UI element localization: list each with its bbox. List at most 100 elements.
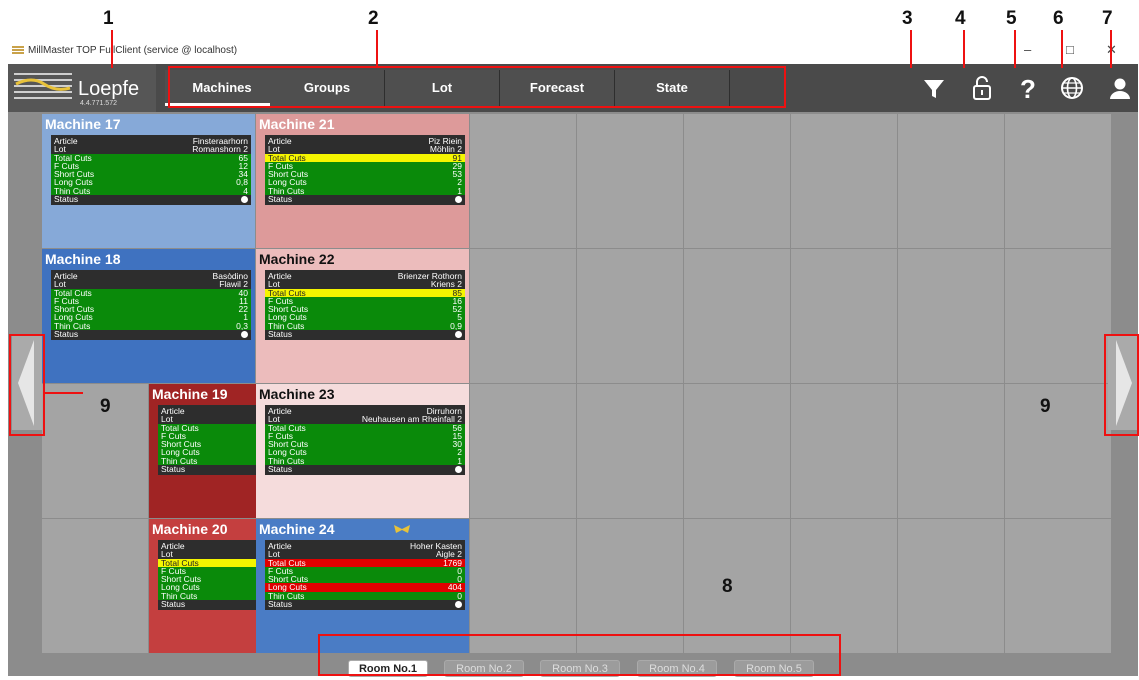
- param-value: 4: [243, 185, 248, 196]
- callout-6: 6: [1053, 8, 1064, 29]
- machine-name: Machine 20: [152, 521, 228, 537]
- minimize-button[interactable]: –: [1024, 42, 1031, 57]
- user-icon[interactable]: [1106, 74, 1134, 102]
- empty-slot[interactable]: [898, 519, 1004, 653]
- param-value: 1: [457, 455, 462, 466]
- machine-card[interactable]: Machine 22 Article Brienzer Rothorn Lot Krie…: [256, 249, 469, 383]
- empty-slot[interactable]: [1005, 384, 1111, 518]
- callout-line-6: [1061, 30, 1063, 68]
- empty-slot[interactable]: [684, 384, 790, 518]
- callout-box-8: [318, 634, 841, 676]
- filter-icon[interactable]: [920, 74, 948, 102]
- param-label: Status: [268, 464, 293, 475]
- empty-slot[interactable]: [791, 114, 897, 248]
- empty-slot[interactable]: [898, 114, 1004, 248]
- param-row: Total Cuts 56: [265, 423, 465, 432]
- machine-param-table: Article Piz Riein Lot Möhlin 2 Total Cuts 91 F…: [265, 135, 465, 206]
- param-row: Total Cuts 91: [265, 153, 465, 162]
- empty-slot[interactable]: [1005, 249, 1111, 383]
- empty-slot[interactable]: [1005, 519, 1111, 653]
- logo: Loepfe 4.4.771.572: [8, 64, 156, 112]
- callout-1: 1: [103, 8, 114, 29]
- machine-name: Machine 21: [259, 116, 335, 132]
- callout-line-3: [910, 30, 912, 68]
- param-label: Status: [268, 194, 293, 205]
- machine-name: Machine 19: [152, 386, 228, 402]
- maximize-button[interactable]: □: [1066, 42, 1074, 57]
- param-value: 0: [457, 590, 462, 601]
- empty-slot[interactable]: [577, 249, 683, 383]
- status-icon: [241, 330, 248, 339]
- machine-param-table: Article Brienzer Rothorn Lot Kriens 2 Total …: [265, 270, 465, 341]
- empty-slot[interactable]: [898, 384, 1004, 518]
- callout-box-9-right: [1104, 334, 1139, 436]
- globe-icon[interactable]: [1058, 74, 1086, 102]
- param-row: Total Cuts 40: [51, 288, 251, 297]
- param-label: Status: [54, 194, 79, 205]
- param-label: Status: [268, 599, 293, 610]
- logo-version: 4.4.771.572: [80, 100, 117, 107]
- empty-slot[interactable]: [791, 249, 897, 383]
- empty-slot[interactable]: [470, 519, 576, 653]
- logo-name: Loepfe: [78, 78, 140, 100]
- callout-line-1: [111, 30, 113, 68]
- param-row: Thin Cuts 0,3: [51, 320, 251, 331]
- loepfe-logo-icon: [14, 73, 72, 99]
- param-row: Thin Cuts 4: [51, 185, 251, 196]
- machine-card[interactable]: Machine 23 Article Dirruhorn Lot Neuhausen a…: [256, 384, 469, 518]
- param-value: 0,3: [236, 320, 248, 331]
- param-row: Total Cuts 85: [265, 288, 465, 297]
- param-row: Status: [51, 195, 251, 203]
- machine-param-table: Article Basòdino Lot Flawil 2 Total Cuts 40 F …: [51, 270, 251, 341]
- param-label: Status: [54, 329, 79, 340]
- empty-slot[interactable]: [42, 519, 148, 653]
- param-value: 0,9: [450, 320, 462, 331]
- param-row: Status: [265, 465, 465, 473]
- empty-slot[interactable]: [791, 519, 897, 653]
- param-row: Status: [265, 330, 465, 338]
- empty-slot[interactable]: [42, 384, 148, 518]
- empty-slot[interactable]: [684, 249, 790, 383]
- machine-card[interactable]: Machine 21 Article Piz Riein Lot Möhlin 2 Tot…: [256, 114, 469, 248]
- callout-line-9: [45, 392, 83, 394]
- window-title: MillMaster TOP FullClient (service @ loc…: [28, 45, 238, 56]
- machine-name: Machine 24: [259, 521, 335, 537]
- svg-text:?: ?: [1020, 74, 1036, 102]
- param-row: Total Cuts 1769: [265, 558, 465, 567]
- machine-card[interactable]: Machine 18 Article Basòdino Lot Flawil 2 Tota…: [42, 249, 255, 383]
- empty-slot[interactable]: [791, 384, 897, 518]
- machine-param-table: Article Dirruhorn Lot Neuhausen am Rheinfal…: [265, 405, 465, 476]
- empty-slot[interactable]: [1005, 114, 1111, 248]
- empty-slot[interactable]: [470, 384, 576, 518]
- machine-name: Machine 18: [45, 251, 121, 267]
- callout-9-right: 9: [1040, 396, 1051, 417]
- empty-slot[interactable]: [577, 519, 683, 653]
- callout-box-2: [168, 66, 786, 108]
- param-value: Neuhausen am Rheinfall 2: [361, 414, 462, 425]
- callout-line-5: [1014, 30, 1016, 68]
- lock-icon[interactable]: [968, 74, 996, 102]
- empty-slot[interactable]: [470, 114, 576, 248]
- app-icon: [12, 46, 24, 54]
- machine-name: Machine 22: [259, 251, 335, 267]
- app-window: MillMaster TOP FullClient (service @ loc…: [8, 38, 1138, 677]
- param-label: Status: [161, 599, 186, 610]
- callout-8: 8: [722, 576, 733, 597]
- machine-card[interactable]: Machine 17 Article Finsteraarhorn Lot Romans…: [42, 114, 255, 248]
- empty-slot[interactable]: [684, 519, 790, 653]
- help-icon[interactable]: ?: [1014, 74, 1042, 102]
- status-icon: [455, 465, 462, 474]
- empty-slot[interactable]: [577, 114, 683, 248]
- param-row: Article Hoher Kasten: [265, 542, 465, 551]
- empty-slot[interactable]: [898, 249, 1004, 383]
- machine-card[interactable]: Machine 24 Article Hoher Kasten Lot Aigle 2T…: [256, 519, 469, 653]
- machine-grid: Machine 17 Article Finsteraarhorn Lot Romans…: [42, 114, 1112, 654]
- param-row: Thin Cuts 0: [265, 590, 465, 601]
- empty-slot[interactable]: [684, 114, 790, 248]
- param-row: Thin Cuts 1: [265, 186, 465, 195]
- param-row: Thin Cuts 1: [265, 455, 465, 466]
- status-icon: [455, 195, 462, 204]
- empty-slot[interactable]: [470, 249, 576, 383]
- param-row: Total Cuts 65: [51, 153, 251, 162]
- empty-slot[interactable]: [577, 384, 683, 518]
